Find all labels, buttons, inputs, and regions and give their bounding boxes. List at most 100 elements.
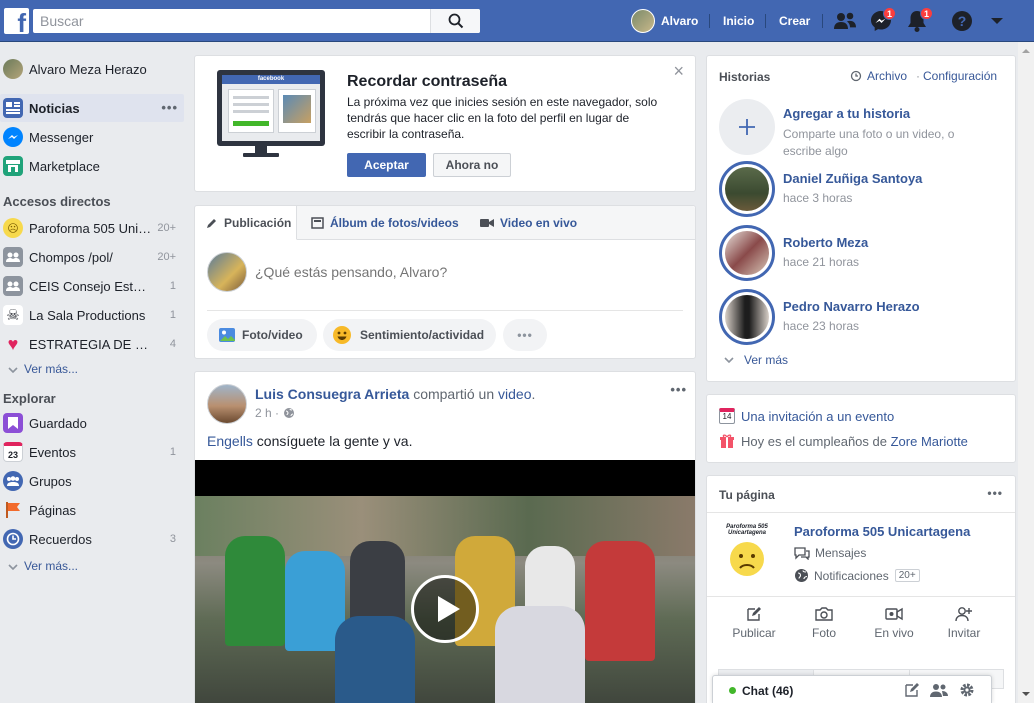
more-options-icon[interactable]: •••	[503, 319, 547, 351]
see-more-stories-link[interactable]: Ver más	[724, 353, 788, 367]
sidebar-item-messenger[interactable]: Messenger	[0, 123, 184, 151]
sidebar-item-recuerdos[interactable]: Recuerdos 3	[0, 525, 184, 553]
archive-label: Archivo	[867, 69, 908, 83]
shortcut-item[interactable]: ☠ La Sala Productions 1	[0, 301, 184, 329]
action-label: Foto	[811, 626, 836, 640]
shortcut-item[interactable]: CEIS Consejo Estudiantil 1	[0, 272, 184, 300]
post-composer: Publicación Álbum de fotos/videos Video …	[194, 205, 696, 359]
facebook-logo-icon[interactable]: f	[4, 8, 29, 34]
profile-link[interactable]: Alvaro	[631, 0, 698, 42]
close-icon[interactable]: ×	[673, 62, 684, 80]
shortcut-label: Paroforma 505 Unicartagena	[29, 220, 152, 236]
story-ring	[719, 289, 775, 345]
mention-link[interactable]: Engells	[207, 433, 253, 449]
sidebar-item-eventos[interactable]: 23 Eventos 1	[0, 438, 184, 466]
help-button[interactable]: ?	[951, 0, 973, 42]
sidebar-item-guardado[interactable]: Guardado	[0, 409, 184, 437]
sidebar-item-marketplace[interactable]: Marketplace	[0, 152, 184, 180]
more-options-icon[interactable]: •••	[161, 100, 178, 115]
edit-icon	[747, 607, 761, 621]
more-options-icon[interactable]: •••	[987, 486, 1003, 500]
smiley-icon	[333, 326, 351, 344]
story-item[interactable]: Pedro Navarro Herazo hace 23 horas	[719, 289, 999, 345]
shortcut-item[interactable]: Chompos /pol/ 20+	[0, 243, 184, 271]
page-messages-link[interactable]: Mensajes	[794, 546, 866, 560]
search-button[interactable]	[430, 9, 480, 33]
page-live-button[interactable]: En vivo	[854, 606, 934, 640]
scrollbar-track[interactable]	[1018, 42, 1034, 703]
chevron-down-icon	[8, 564, 18, 571]
settings-link[interactable]: Configuración	[923, 69, 997, 83]
add-story-button[interactable]	[719, 99, 775, 155]
event-invite-link[interactable]: 14 Una invitación a un evento	[719, 408, 894, 424]
story-item[interactable]: Daniel Zuñiga Santoya hace 3 horas	[719, 161, 999, 217]
divider	[707, 512, 1015, 513]
shortcut-count: 20+	[157, 251, 176, 263]
page-photo-button[interactable]: Foto	[784, 606, 864, 640]
post-options-icon[interactable]: •••	[670, 382, 687, 397]
sidebar-item-paginas[interactable]: Páginas	[0, 496, 184, 524]
video-player[interactable]	[195, 460, 695, 703]
archive-link[interactable]: Archivo	[850, 69, 907, 83]
sidebar-profile[interactable]: Alvaro Meza Herazo	[0, 55, 184, 83]
story-time: hace 3 horas	[783, 191, 853, 205]
account-menu-button[interactable]	[990, 0, 1004, 42]
sidebar-item-grupos[interactable]: Grupos	[0, 467, 184, 495]
chevron-down-icon	[724, 357, 734, 363]
new-group-icon[interactable]	[930, 682, 948, 698]
post-author-link[interactable]: Luis Consuegra Arrieta	[255, 386, 409, 402]
shortcuts-heading: Accesos directos	[3, 194, 111, 209]
accept-button[interactable]: Aceptar	[347, 153, 426, 177]
photo-video-button[interactable]: Foto/video	[207, 319, 317, 351]
page-logo[interactable]: Paroforma 505 Unicartagena	[717, 524, 777, 580]
divider	[822, 14, 823, 28]
page-logo-text: Paroforma 505 Unicartagena	[726, 524, 768, 536]
shortcut-item[interactable]: ☹ Paroforma 505 Unicartagena 20+	[0, 214, 184, 242]
notifications-badge: 1	[920, 7, 933, 20]
page-invite-button[interactable]: Invitar	[924, 606, 1004, 640]
scroll-up-arrow-icon[interactable]	[1018, 44, 1034, 58]
create-link[interactable]: Crear	[779, 0, 810, 42]
page-publish-button[interactable]: Publicar	[714, 606, 794, 640]
groups-icon	[3, 471, 23, 491]
page-name-link[interactable]: Paroforma 505 Unicartagena	[794, 524, 970, 539]
sidebar-item-noticias[interactable]: Noticias •••	[0, 94, 184, 122]
calendar-icon: 14	[719, 408, 735, 424]
friend-requests-button[interactable]	[833, 0, 857, 42]
sad-face-icon	[730, 542, 764, 576]
see-more-explore-link[interactable]: Ver más...	[8, 559, 78, 573]
tab-album[interactable]: Álbum de fotos/videos	[311, 206, 459, 240]
divider	[765, 14, 766, 28]
shortcut-count: 20+	[157, 222, 176, 234]
birthday-person-link[interactable]: Zore Mariotte	[891, 434, 968, 449]
scroll-down-arrow-icon[interactable]	[1018, 687, 1034, 701]
feeling-activity-button[interactable]: Sentimiento/actividad	[323, 319, 496, 351]
action-label: Publicar	[732, 626, 776, 640]
gear-icon[interactable]	[959, 682, 975, 698]
home-link[interactable]: Inicio	[723, 0, 754, 42]
avatar	[631, 9, 655, 33]
avatar[interactable]	[207, 384, 247, 424]
story-ring	[719, 225, 775, 281]
mock-brand: facebook	[222, 75, 320, 84]
play-button[interactable]	[411, 575, 479, 643]
story-item[interactable]: Roberto Meza hace 21 horas	[719, 225, 999, 281]
avatar	[725, 295, 769, 339]
search-input[interactable]	[33, 9, 433, 33]
post-time[interactable]: 2 h ·	[255, 406, 279, 420]
avatar	[3, 59, 23, 79]
post-video-link[interactable]: video	[498, 386, 531, 402]
composer-input[interactable]	[255, 260, 675, 284]
action-label: Invitar	[947, 626, 981, 640]
tab-publicacion[interactable]: Publicación	[195, 206, 297, 240]
page-notifications-link[interactable]: Notificaciones 20+	[794, 568, 920, 583]
shortcut-item[interactable]: ♥ ESTRATEGIA DE MERCADEO 4	[0, 330, 184, 358]
see-more-shortcuts-link[interactable]: Ver más...	[8, 362, 78, 376]
new-message-icon[interactable]	[904, 682, 920, 698]
add-story-item[interactable]: Agregar a tu historia Comparte una foto …	[719, 99, 999, 159]
not-now-button[interactable]: Ahora no	[433, 153, 511, 177]
memories-count: 3	[169, 533, 176, 545]
tab-live-video[interactable]: Video en vivo	[480, 206, 577, 240]
events-card: 14 Una invitación a un evento Hoy es el …	[706, 394, 1016, 463]
chat-bar[interactable]: Chat (46)	[712, 675, 992, 703]
